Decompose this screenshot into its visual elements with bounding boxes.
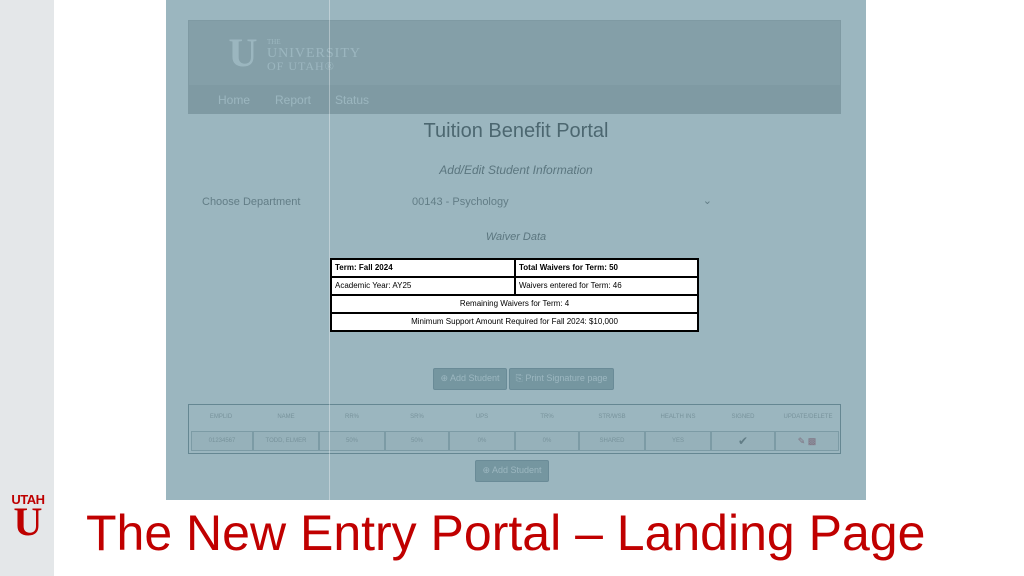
chevron-down-icon: ⌄ (702, 195, 712, 207)
plus-circle-icon: ⊕ (440, 373, 450, 383)
grid-header-str: STR/WSB (598, 414, 626, 420)
grid-header-ups: UPS (475, 414, 489, 420)
student-grid: EMPLID NAME RR% SR% UPS TR% STR/WSB HEAL… (188, 404, 841, 454)
waiver-data-heading: Waiver Data (485, 231, 547, 243)
add-student-label-top: Add Student (450, 373, 500, 383)
grid-cell-str: SHARED (579, 431, 645, 451)
add-student-label-bottom: Add Student (492, 465, 542, 475)
grid-header-tr: TR% (540, 414, 554, 420)
grid-cell-ups: 0% (449, 431, 515, 451)
plus-circle-icon: ⊕ (482, 465, 492, 475)
nav-bar: Home Report Status (188, 86, 841, 114)
block-u-icon: U (228, 30, 258, 75)
grid-cell-emplid: 01234567 (191, 431, 253, 451)
utah-logo: UTAH U (8, 492, 48, 544)
block-u-logo-icon: U (13, 499, 43, 544)
portal-page: U THE UNIVERSITY OF UTAH® Home Report St… (166, 0, 866, 500)
department-value: 00143 - Psychology (412, 196, 509, 208)
guide-line (329, 0, 330, 500)
grid-header-health: HEALTH INS (660, 414, 696, 420)
page-title: Tuition Benefit Portal (423, 120, 609, 142)
header-banner: U THE UNIVERSITY OF UTAH® (188, 20, 841, 86)
waivers-entered-cell: Waivers entered for Term: 46 (515, 277, 698, 295)
nav-status[interactable]: Status (335, 93, 369, 107)
delete-icon[interactable]: ▩ (808, 436, 817, 446)
grid-cell-update: ✎ ▩ (775, 431, 839, 451)
grid-header-sr: SR% (410, 414, 424, 420)
left-band (0, 0, 54, 576)
minimum-support-cell: Minimum Support Amount Required for Fall… (331, 313, 698, 331)
grid-header-name: NAME (277, 414, 295, 420)
page-subtitle: Add/Edit Student Information (439, 163, 593, 177)
checkmark-icon: ✔ (737, 434, 749, 448)
print-icon: ⎘ (515, 373, 526, 383)
print-signature-button[interactable]: ⎘ Print Signature page (509, 368, 614, 390)
grid-header-update: UPDATE/DELETE (783, 414, 833, 420)
remaining-waivers-cell: Remaining Waivers for Term: 4 (331, 295, 698, 313)
grid-header-signed: SIGNED (731, 414, 755, 420)
print-signature-label: Print Signature page (525, 373, 608, 383)
logo-line-3: OF UTAH® (267, 59, 335, 73)
grid-header-emplid: EMPLID (209, 414, 233, 420)
add-student-button-top[interactable]: ⊕ Add Student (433, 368, 507, 390)
edit-icon[interactable]: ✎ (798, 436, 806, 446)
grid-cell-tr: 0% (515, 431, 579, 451)
department-select[interactable]: 00143 - Psychology ⌄ (412, 193, 712, 213)
grid-cell-sr: 50% (385, 431, 449, 451)
waiver-summary-table: Term: Fall 2024 Total Waivers for Term: … (330, 258, 699, 332)
university-logo: U THE UNIVERSITY OF UTAH® (225, 30, 385, 75)
term-cell: Term: Fall 2024 (331, 259, 515, 277)
portal-screenshot: U THE UNIVERSITY OF UTAH® Home Report St… (166, 0, 866, 500)
slide-title: The New Entry Portal – Landing Page (86, 505, 926, 561)
grid-cell-signed: ✔ (711, 431, 775, 451)
nav-report[interactable]: Report (275, 93, 311, 107)
academic-year-cell: Academic Year: AY25 (331, 277, 515, 295)
total-waivers-cell: Total Waivers for Term: 50 (515, 259, 698, 277)
nav-home[interactable]: Home (218, 93, 250, 107)
grid-cell-health: YES (645, 431, 711, 451)
logo-wordmark: THE UNIVERSITY OF UTAH® (267, 37, 361, 72)
department-label: Choose Department (202, 196, 301, 208)
grid-cell-name: TODD, ELMER (253, 431, 319, 451)
add-student-button-bottom[interactable]: ⊕ Add Student (475, 460, 549, 482)
